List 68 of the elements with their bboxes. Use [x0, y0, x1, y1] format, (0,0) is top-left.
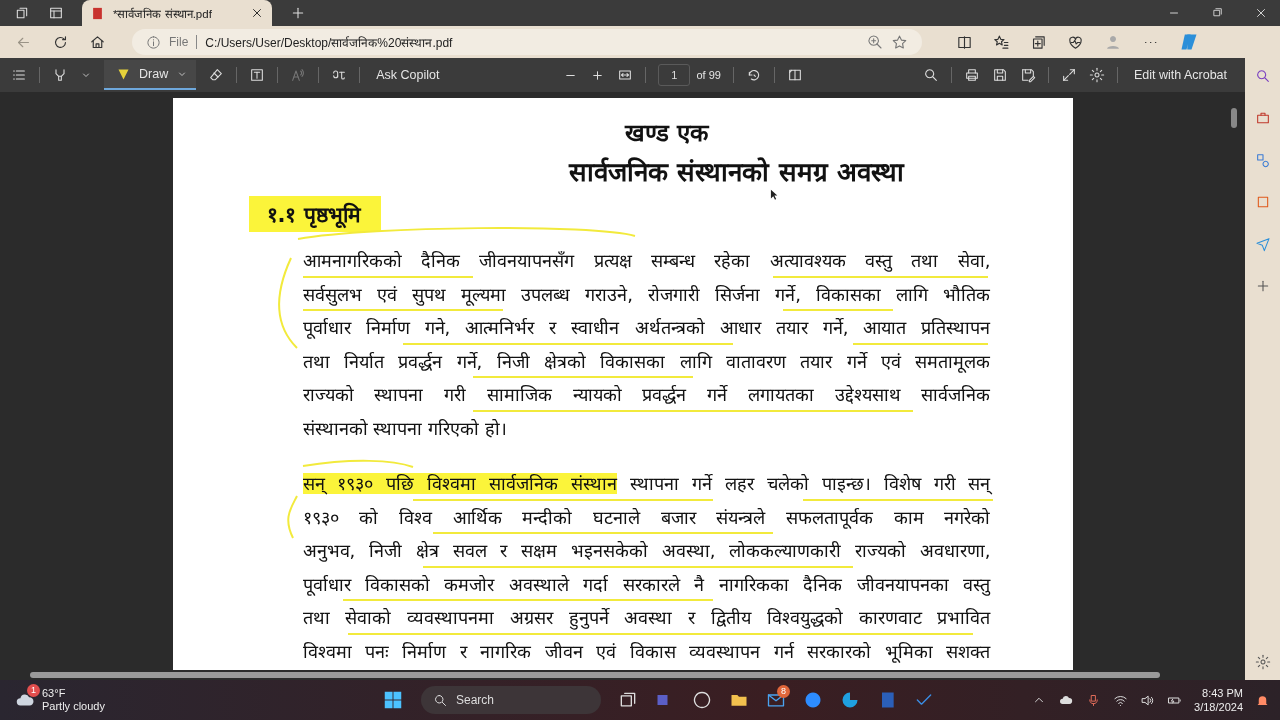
shapes-icon[interactable] — [1254, 152, 1271, 168]
notification-badge: 8 — [777, 685, 790, 698]
briefcase-icon[interactable] — [1254, 110, 1271, 126]
windows-start-icon[interactable] — [382, 689, 404, 711]
clock-date[interactable]: 3/18/2024 — [1194, 700, 1243, 714]
refresh-icon[interactable] — [52, 33, 69, 51]
text-line: संस्थानको स्थापना गरिएको हो। — [302, 417, 507, 439]
text-box-icon[interactable] — [249, 67, 266, 83]
search-icon[interactable] — [1254, 68, 1271, 84]
taskbar-search-field[interactable]: Search — [421, 686, 601, 714]
send-icon[interactable] — [1254, 236, 1271, 252]
highlighter-icon[interactable] — [52, 67, 68, 83]
workspaces-icon[interactable] — [14, 5, 30, 21]
favorites-icon[interactable] — [993, 33, 1010, 51]
new-tab-icon[interactable] — [290, 5, 306, 21]
url-text: C:/Users/User/Desktop/सार्वजनिक%20संस्थान.pdf — [205, 34, 453, 51]
close-icon[interactable] — [250, 6, 264, 20]
section-heading: १.१ पृष्ठभूमि — [248, 196, 381, 232]
text-line: १९३० को विश्व आर्थिक मन्दीको घटनाले बजार संयन्त्रले सफलतापूर्वक काम नगरेको — [302, 506, 991, 528]
zoom-in-icon[interactable] — [867, 34, 883, 50]
ask-copilot-button[interactable]: Ask Copilot — [372, 68, 444, 82]
page-count: of 99 — [696, 69, 721, 81]
text-line: विश्वमा पनः निर्माण र नागरिक जीवन एवं विकास व्यवस्थापन गर्न सरकारको भूमिका सशक्त — [302, 640, 991, 662]
page-view-icon[interactable] — [786, 67, 803, 83]
star-icon[interactable] — [891, 33, 908, 51]
eraser-icon[interactable] — [208, 67, 225, 83]
health-heart-icon[interactable] — [1067, 33, 1084, 51]
fit-width-icon[interactable] — [617, 67, 634, 83]
notification-badge: 1 — [27, 684, 40, 697]
draw-button[interactable]: Draw — [104, 60, 197, 90]
settings-icon[interactable] — [1254, 654, 1271, 670]
address-field[interactable]: File C:/Users/User/Desktop/सार्वजनिक%20संस्थान.pdf — [132, 29, 922, 55]
text-line: तथा निर्यात प्रवर्द्धन गर्ने, निजी क्षेत्रको विकासका लागि वातावरण तयार गर्ने एवं समतामूलक — [302, 350, 991, 372]
task-view-icon[interactable] — [618, 690, 638, 710]
contents-list-icon[interactable] — [11, 67, 27, 83]
info-icon — [146, 34, 161, 50]
full-screen-icon[interactable] — [1060, 67, 1077, 83]
weather-condition: Partly cloudy — [42, 700, 105, 713]
split-screen-icon[interactable] — [956, 33, 973, 51]
document-heading: खण्ड एक — [623, 118, 711, 149]
text-line: आमनागरिकको दैनिक जीवनयापनसँग प्रत्यक्ष सम्बन्ध रहेका अत्यावश्यक वस्तु तथा सेवा, — [302, 250, 991, 271]
scheme-label: File — [169, 35, 189, 49]
clock-time[interactable]: 8:43 PM — [1202, 686, 1243, 700]
temperature-label: 63°F — [42, 687, 67, 700]
pdf-file-icon — [90, 5, 105, 21]
print-icon[interactable] — [963, 67, 980, 83]
save-icon[interactable] — [991, 67, 1008, 83]
text-line: पूर्वाधार विकासको कमजोर अवस्थाले गर्दा सरकारले नै नागरिकका दैनिक जीवनयापनका वस्तु — [302, 573, 991, 595]
edit-with-acrobat-button[interactable]: Edit with Acrobat — [1129, 68, 1231, 82]
home-icon[interactable] — [89, 33, 106, 51]
tab-actions-icon[interactable] — [48, 5, 64, 21]
text-line: स्थापना गर्ने लहर चलेको पाइन्छ। विशेष गरी सन् — [630, 473, 991, 494]
text-line: तथा सेवाको व्यवस्थापनमा अग्रसर हुनुपर्ने अवस्था र द्वितीय विश्वयुद्धको कारणवाट प्रभावित — [302, 607, 991, 628]
search-icon — [433, 692, 448, 708]
tab-title[interactable]: *सार्वजनिक संस्थान.pdf — [113, 5, 242, 21]
restore-icon[interactable] — [1211, 6, 1224, 19]
browser-tab[interactable]: *सार्वजनिक संस्थान.pdf — [82, 0, 272, 26]
text-line: अनुभव, निजी क्षेत्र सवल र सक्षम भइनसकेको अवस्था, लोककल्याणकारी राज्यको अवधारणा, — [302, 540, 991, 561]
document-heading: सार्वजनिक संस्थानको समग्र अवस्था — [567, 156, 906, 189]
page-number-field[interactable]: 1 — [658, 64, 691, 86]
close-icon[interactable] — [1254, 6, 1268, 20]
settings-icon[interactable] — [1088, 67, 1105, 83]
save-as-icon[interactable] — [1019, 67, 1036, 83]
search-icon[interactable] — [922, 67, 939, 83]
text-line: पूर्वाधार निर्माण गने, आत्मनिर्भर र स्वाधीन अर्थतन्त्रको आधार तयार गर्ने, आयात प्रतिस्थापन — [302, 317, 991, 338]
text-line: राज्यको स्थापना गरी सामाजिक न्यायको प्रवर्द्धन गर्ने लगायतका उद्देश्यसाथ सार्वजनिक — [302, 384, 991, 405]
collections-icon[interactable] — [1030, 33, 1047, 51]
text-line: सर्वसुलभ एवं सुपथ मूल्यमा उपलब्ध गराउने, रोजगारी सिर्जना गर्ने, विकासका लागि भौतिक — [302, 283, 991, 305]
